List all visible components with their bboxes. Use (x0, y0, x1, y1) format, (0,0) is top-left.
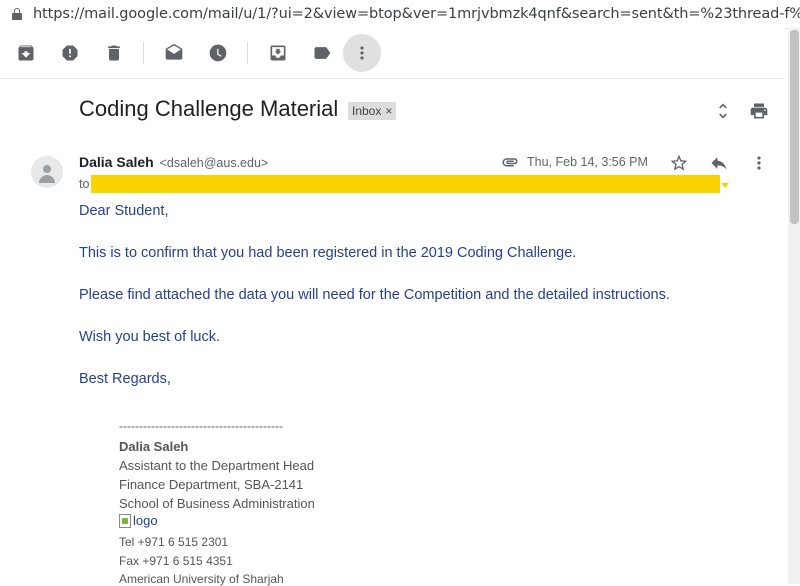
message-date: Thu, Feb 14, 3:56 PM (527, 155, 648, 169)
address-bar[interactable]: https://mail.google.com/mail/u/1/?ui=2&v… (0, 0, 800, 29)
url-text[interactable]: https://mail.google.com/mail/u/1/?ui=2&v… (33, 6, 800, 22)
signature-department: Finance Department, SBA-2141 (119, 477, 304, 492)
body-closing: Best Regards, (79, 371, 171, 387)
signature-school: School of Business Administration (119, 496, 315, 511)
signature-divider: ----------------------------------------… (119, 419, 283, 433)
message-more-button[interactable] (748, 152, 770, 174)
reply-icon (711, 157, 727, 170)
snooze-icon (209, 44, 227, 62)
more-options-button[interactable] (343, 34, 381, 72)
unfold-icon (719, 103, 727, 119)
sender-avatar[interactable] (31, 156, 63, 188)
expand-all-button[interactable] (712, 100, 734, 122)
recipients-redacted (91, 175, 721, 193)
delete-icon (108, 45, 120, 61)
email-subject: Coding Challenge Material (79, 96, 339, 121)
move-to-icon (270, 45, 286, 61)
delete-button[interactable] (95, 34, 133, 72)
star-outline-icon (670, 154, 688, 171)
recipients-line: to (79, 175, 730, 193)
labels-icon (314, 47, 331, 59)
to-prefix: to (79, 177, 90, 191)
mark-unread-icon (165, 43, 183, 60)
move-to-button[interactable] (259, 34, 297, 72)
body-paragraph: Wish you best of luck. (79, 329, 221, 345)
print-button[interactable] (748, 100, 770, 122)
snooze-button[interactable] (199, 34, 237, 72)
show-details-icon[interactable] (721, 182, 730, 188)
inbox-label-chip[interactable]: Inbox × (348, 102, 397, 120)
toolbar-divider (143, 42, 144, 64)
archive-button[interactable] (7, 34, 45, 72)
more-vert-icon (757, 156, 761, 170)
toolbar-divider (247, 42, 248, 64)
report-spam-icon (62, 45, 78, 61)
sender-email: <dsaleh@aus.edu> (159, 156, 269, 170)
signature-title: Assistant to the Department Head (119, 458, 315, 473)
signature-tel: Tel +971 6 515 2301 (119, 535, 229, 549)
broken-image-icon (119, 513, 131, 528)
signature-name: Dalia Saleh (119, 439, 189, 454)
body-paragraph: Please find attached the data you will n… (79, 287, 670, 303)
signature-fax: Fax +971 6 515 4351 (119, 554, 233, 568)
body-greeting: Dear Student, (79, 203, 169, 219)
body-paragraph: This is to confirm that you had been reg… (79, 245, 577, 261)
signature-logo-image[interactable]: logo (119, 513, 158, 528)
reply-button[interactable] (708, 152, 730, 174)
attachment-icon (500, 153, 520, 171)
scrollbar-thumb[interactable] (790, 30, 799, 224)
more-vert-icon (360, 46, 364, 60)
logo-alt-text: logo (133, 513, 158, 528)
report-spam-button[interactable] (51, 34, 89, 72)
archive-icon (18, 45, 34, 61)
inbox-label-text: Inbox (352, 104, 382, 118)
print-icon (750, 103, 768, 119)
star-button[interactable] (668, 152, 690, 174)
message-toolbar (0, 28, 785, 79)
lock-icon (12, 8, 22, 20)
sender-name[interactable]: Dalia Saleh (79, 154, 154, 170)
mark-unread-button[interactable] (155, 34, 193, 72)
remove-label-icon[interactable]: × (385, 104, 392, 118)
labels-button[interactable] (303, 34, 341, 72)
sender-line: Dalia Saleh <dsaleh@aus.edu> (79, 154, 268, 170)
